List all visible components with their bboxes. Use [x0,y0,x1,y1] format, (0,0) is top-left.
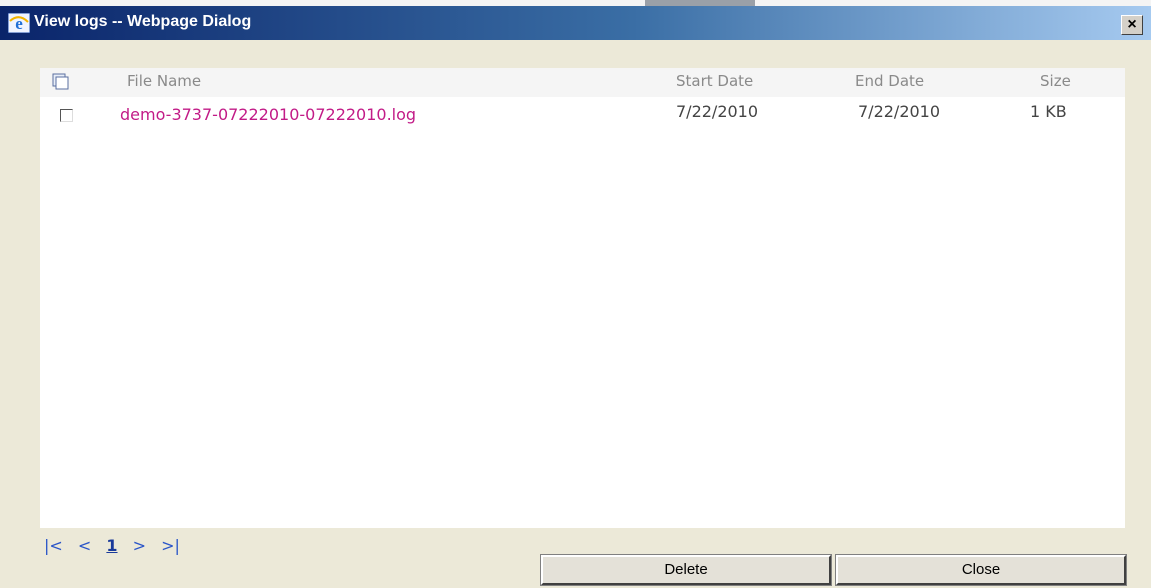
next-page-link[interactable]: > [133,536,146,555]
close-button[interactable]: Close [835,554,1127,586]
column-header-size[interactable]: Size [1040,72,1071,90]
size-cell: 1 KB [1030,102,1067,121]
column-header-end-date[interactable]: End Date [855,72,924,90]
pagination: |< < 1 > >| [44,536,190,555]
first-page-link[interactable]: |< [44,536,63,555]
end-date-cell: 7/22/2010 [858,102,941,121]
ie-icon: e [8,13,30,33]
column-header-start-date[interactable]: Start Date [676,72,753,90]
prev-page-link[interactable]: < [78,536,91,555]
column-header-file-name[interactable]: File Name [127,72,201,90]
title-bar: e View logs -- Webpage Dialog × [0,6,1151,40]
last-page-link[interactable]: >| [161,536,180,555]
start-date-cell: 7/22/2010 [676,102,759,121]
dialog-title: View logs -- Webpage Dialog [34,13,252,30]
page-1-link[interactable]: 1 [106,536,117,555]
row-checkbox[interactable] [60,109,73,122]
table-header: File Name Start Date End Date Size [40,68,1125,97]
select-all-icon[interactable] [52,73,70,91]
file-name-link[interactable]: demo-3737-07222010-07222010.log [120,105,416,124]
table-row: demo-3737-07222010-07222010.log 7/22/201… [40,97,1125,127]
log-list-panel: File Name Start Date End Date Size demo-… [40,68,1125,528]
close-icon[interactable]: × [1121,15,1143,35]
delete-button[interactable]: Delete [540,554,832,586]
